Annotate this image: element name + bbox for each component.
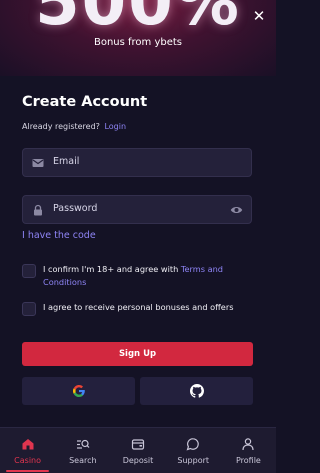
age-confirm-text: I confirm I'm 18+ and agree with — [43, 264, 179, 274]
email-field[interactable]: Email — [22, 148, 252, 177]
nav-profile[interactable]: Profile — [221, 428, 276, 473]
bonus-headline: 500% — [35, 0, 241, 40]
login-link[interactable]: Login — [104, 122, 126, 131]
already-registered-label: Already registered? — [22, 122, 100, 131]
nav-profile-label: Profile — [235, 456, 261, 465]
age-confirm-row: I confirm I'm 18+ and agree with Terms a… — [22, 263, 254, 288]
wallet-icon — [131, 439, 145, 450]
password-placeholder: Password — [53, 203, 98, 214]
google-signin-button[interactable] — [22, 377, 135, 405]
google-icon — [72, 385, 85, 397]
age-confirm-checkbox[interactable] — [22, 264, 36, 278]
active-tab-indicator — [6, 470, 50, 472]
mail-icon — [32, 159, 44, 167]
page-title: Create Account — [22, 94, 148, 110]
nav-deposit-label: Deposit — [122, 456, 154, 465]
nav-search-label: Search — [69, 456, 97, 465]
eye-icon[interactable] — [230, 204, 243, 216]
bonus-consent-row: I agree to receive personal bonuses and … — [22, 301, 254, 316]
chat-icon — [186, 438, 199, 451]
casino-icon — [22, 439, 34, 450]
user-icon — [242, 438, 255, 451]
bonus-consent-checkbox[interactable] — [22, 302, 36, 316]
nav-search[interactable]: Search — [55, 428, 110, 473]
nav-deposit[interactable]: Deposit — [110, 428, 165, 473]
github-signin-button[interactable] — [140, 377, 253, 405]
bottom-nav: Casino Search Deposit Support Profile — [0, 427, 276, 473]
close-icon[interactable]: ✕ — [252, 9, 266, 24]
nav-support-label: Support — [177, 456, 210, 465]
already-registered-text: Already registered? Login — [22, 122, 126, 131]
nav-casino-label: Casino — [14, 456, 42, 465]
bonus-consent-label: I agree to receive personal bonuses and … — [43, 302, 234, 312]
github-icon — [189, 384, 204, 398]
age-confirm-label: I confirm I'm 18+ and agree with Terms a… — [43, 263, 254, 288]
password-field[interactable]: Password — [22, 195, 252, 224]
nav-support[interactable]: Support — [166, 428, 221, 473]
email-placeholder: Email — [53, 156, 80, 167]
bonus-subtitle: Bonus from ybets — [93, 37, 183, 48]
search-icon — [76, 439, 90, 449]
have-code-link[interactable]: I have the code — [22, 230, 96, 241]
sign-up-button[interactable]: Sign Up — [22, 342, 253, 366]
lock-icon — [34, 204, 42, 216]
bonus-banner: 500% Bonus from ybets ✕ — [0, 0, 276, 76]
nav-casino[interactable]: Casino — [0, 428, 55, 473]
